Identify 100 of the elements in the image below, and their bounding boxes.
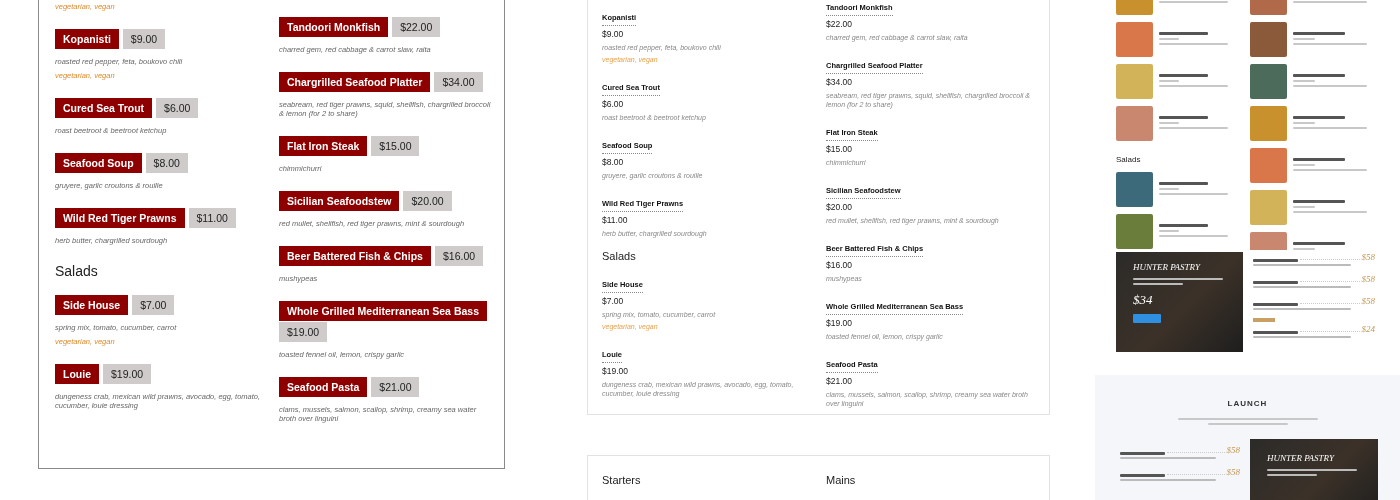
dish-price: $21.00: [371, 377, 420, 397]
text-line: [1293, 122, 1315, 124]
dish-price: $7.00: [602, 296, 624, 307]
dish-name: Wild Red Tiger Prawns: [55, 208, 185, 228]
text-line: [1293, 200, 1346, 203]
dish-price: $21.00: [826, 376, 852, 387]
text-line: [1293, 74, 1346, 77]
text-line: [1159, 38, 1180, 40]
promo-title: HUNTER PASTRY: [1133, 262, 1200, 273]
section-heading: Salads: [55, 263, 98, 279]
dish-name: Side House: [55, 295, 129, 315]
photo-placeholder: [1116, 22, 1153, 57]
dish-price: $24: [1361, 324, 1375, 334]
text-line: [1159, 182, 1208, 185]
dish-price: $58: [1226, 445, 1240, 455]
text-line: [1253, 303, 1298, 306]
text-line: [1293, 80, 1315, 82]
text-line: [1159, 1, 1228, 3]
photo-placeholder: [1116, 64, 1153, 99]
dish-price: $7.00: [132, 295, 175, 315]
text-line: [1293, 242, 1346, 245]
text-line: [1267, 474, 1317, 476]
dish-price: $11.00: [188, 208, 236, 228]
dish-price: $22.00: [392, 17, 441, 37]
dish-price: $11.00: [602, 215, 628, 226]
text-line: [1253, 259, 1298, 262]
dish-price: $6.00: [602, 99, 624, 110]
order-button[interactable]: [1133, 314, 1161, 323]
dish-price: $20.00: [826, 202, 852, 213]
dish-price: $9.00: [122, 29, 166, 49]
photo-placeholder: [1116, 214, 1153, 249]
dish-name: Beer Battered Fish & Chips: [279, 246, 431, 266]
photo-placeholder: [1250, 148, 1287, 183]
text-line: [1293, 116, 1346, 119]
text-line: [1159, 188, 1180, 190]
photo-placeholder: [1250, 106, 1287, 141]
dish-price: $19.00: [279, 322, 328, 342]
photo-placeholder: [1116, 172, 1153, 207]
text-line: [1159, 235, 1228, 237]
dish-name: Seafood Pasta: [279, 377, 368, 397]
dish-name: Whole Grilled Mediterranean Sea Bass: [279, 301, 487, 321]
dish-price: $20.00: [403, 191, 452, 211]
dish-price: $8.00: [145, 153, 188, 173]
section-heading: Salads: [602, 250, 636, 263]
text-line: [1159, 74, 1208, 77]
photo-placeholder: [1250, 190, 1287, 225]
dish-price: $58: [1226, 467, 1240, 477]
dish-price: $8.00: [602, 157, 624, 168]
dish-name: Sicilian Seafoodstew: [279, 191, 400, 211]
text-line: [1293, 38, 1315, 40]
dish-name: Seafood Soup: [55, 153, 142, 173]
dish-name: Tandoori Monkfish: [279, 17, 389, 37]
text-line: [1293, 248, 1315, 250]
text-line: [1159, 32, 1208, 35]
dish-price: $15.00: [371, 136, 420, 156]
text-line: [1159, 43, 1228, 45]
dish-price: $15.00: [826, 144, 852, 155]
section-heading: Salads: [1116, 154, 1141, 166]
dish-name: Kopanisti: [55, 29, 119, 49]
section-title: LAUNCH: [1227, 399, 1268, 409]
promo-price: $34: [1133, 292, 1153, 307]
text-line: [1159, 85, 1228, 87]
dish-price: $58: [1361, 252, 1375, 262]
dish-price: $19.00: [103, 364, 152, 384]
text-line: [1293, 158, 1346, 161]
section-heading: Mains: [826, 474, 856, 486]
text-line: [1159, 80, 1180, 82]
dish-price: $58: [1361, 296, 1375, 306]
dish-price: $19.00: [826, 318, 852, 329]
text-line: [1293, 206, 1315, 208]
text-line: [1159, 230, 1180, 232]
photo-placeholder: [1250, 64, 1287, 99]
dish-price: $34.00: [434, 72, 483, 92]
dish-name: Flat Iron Steak: [279, 136, 368, 156]
dish-name: Louie: [55, 364, 99, 384]
dish-name: Chargrilled Seafood Platter: [279, 72, 431, 92]
dish-price: $9.00: [602, 29, 624, 40]
section-heading: Starters: [602, 474, 641, 486]
text-line: [1253, 331, 1298, 334]
promo-title: HUNTER PASTRY: [1267, 453, 1336, 464]
dish-name: Cured Sea Trout: [55, 98, 153, 118]
text-line: [1159, 193, 1228, 195]
text-line: [1120, 474, 1165, 477]
dish-price: $19.00: [602, 366, 628, 377]
dish-price: $22.00: [826, 19, 852, 30]
dish-price: $58: [1361, 274, 1375, 284]
dish-price: $16.00: [826, 260, 852, 271]
text-line: [1159, 116, 1208, 119]
dish-price: $34.00: [826, 77, 852, 88]
text-line: [1159, 127, 1228, 129]
photo-placeholder: [1250, 22, 1287, 57]
text-line: [1133, 283, 1183, 285]
text-line: [1293, 164, 1315, 166]
text-line: [1159, 122, 1180, 124]
dish-price: $6.00: [156, 98, 199, 118]
dish-price: $16.00: [434, 246, 484, 266]
text-line: [1293, 32, 1346, 35]
text-line: [1159, 224, 1208, 227]
text-line: [1253, 281, 1298, 284]
text-line: [1120, 452, 1165, 455]
